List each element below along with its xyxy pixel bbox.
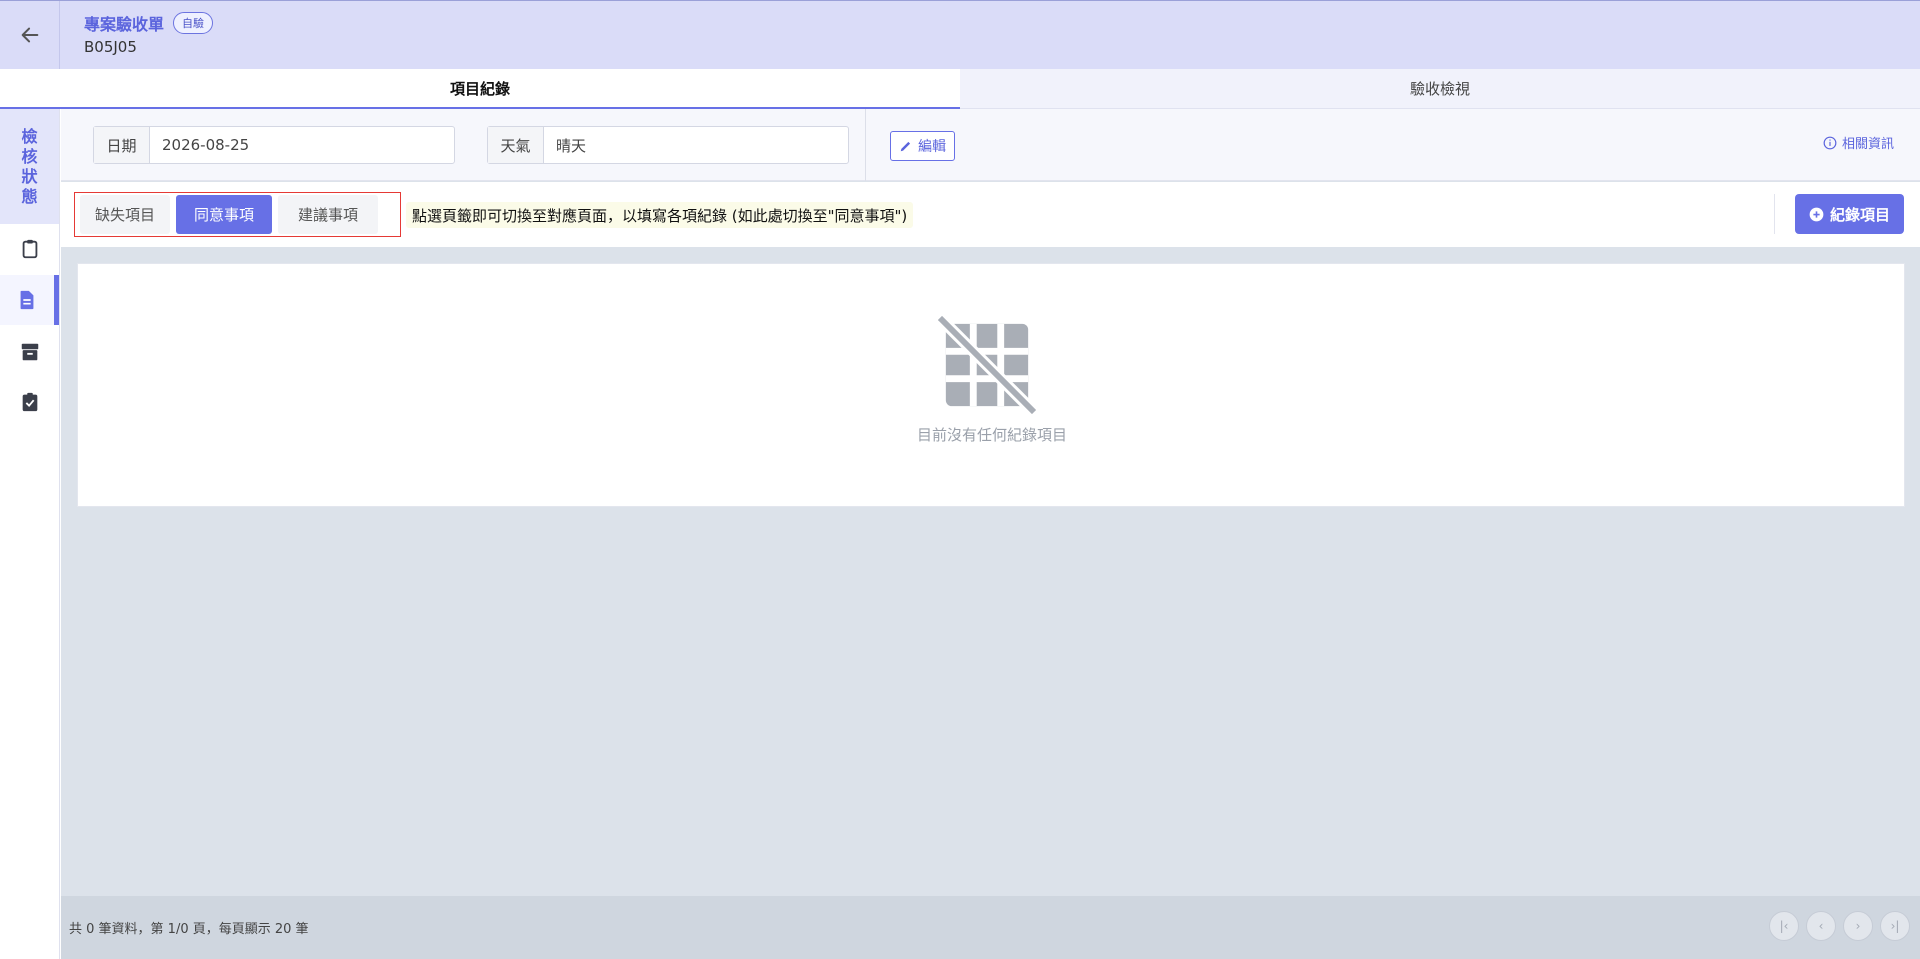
plus-circle-icon [1809,207,1824,221]
main-content: 日期 2026-08-25 天氣 晴天 編輯 相關資訊 缺失項目 同意事項 建議… [61,109,1920,959]
add-record-button[interactable]: 紀錄項目 [1794,194,1904,234]
related-info-link[interactable]: 相關資訊 [1823,133,1894,152]
status-char: 狀 [21,166,38,186]
weather-field[interactable]: 天氣 晴天 [487,126,849,164]
last-page-button[interactable]: ›| [1880,911,1910,941]
pager: |‹ ‹ › ›| [1769,911,1910,941]
weather-value: 晴天 [556,136,587,155]
document-code: B05J05 [84,38,137,56]
sub-toolbar: 缺失項目 同意事項 建議事項 點選頁籤即可切換至對應頁面，以填寫各項紀錄 (如此… [61,182,1920,247]
date-field[interactable]: 日期 2026-08-25 [93,126,455,164]
info-icon [1823,136,1837,149]
weather-label: 天氣 [488,127,544,163]
sidebar-item-clipboard[interactable] [0,224,59,274]
back-button[interactable] [0,1,60,69]
tutorial-hint: 點選頁籤即可切換至對應頁面，以填寫各項紀錄 (如此處切換至"同意事項") [406,202,914,228]
clipboard-check-icon [22,392,37,412]
record-type-tabs: 缺失項目 同意事項 建議事項 [74,192,401,237]
sidebar-item-archive[interactable] [0,327,59,377]
divider [1774,194,1775,234]
subtab-defects[interactable]: 缺失項目 [80,195,170,234]
date-label: 日期 [94,127,150,163]
subtab-suggestions[interactable]: 建議事項 [278,195,378,234]
inspection-status-label: 檢 核 狀 態 [0,109,59,224]
sidebar-item-document[interactable] [0,275,59,325]
next-page-button[interactable]: › [1843,911,1873,941]
sidebar-item-checklist[interactable] [0,377,59,427]
next-page-icon: › [1855,919,1861,933]
divider [865,109,866,181]
status-badge: 自驗 [173,12,214,34]
prev-page-icon: ‹ [1818,919,1824,933]
pencil-icon [900,141,911,152]
archive-icon [21,343,38,361]
tab-acceptance-review[interactable]: 驗收檢視 [960,69,1920,109]
empty-state-card: 目前沒有任何紀錄項目 [77,263,1905,507]
status-char: 態 [21,186,38,206]
pagination-summary: 共 0 筆資料，第 1/0 頁，每頁顯示 20 筆 [69,922,309,937]
document-icon [20,290,34,310]
first-page-button[interactable]: |‹ [1769,911,1799,941]
first-page-icon: |‹ [1779,919,1789,933]
title-row: 專案驗收單 自驗 [84,11,214,35]
page-title: 專案驗收單 [84,15,165,34]
clipboard-icon [22,239,37,259]
pagination-footer: 共 0 筆資料，第 1/0 頁，每頁顯示 20 筆 |‹ ‹ › ›| [61,896,1920,959]
empty-state-text: 目前沒有任何紀錄項目 [916,426,1067,444]
last-page-icon: ›| [1890,919,1900,933]
status-char: 檢 [21,126,38,146]
sidebar: 檢 核 狀 態 [0,109,60,959]
subtab-agreements[interactable]: 同意事項 [176,195,272,234]
no-table-icon [938,316,1036,414]
app-header: 專案驗收單 自驗 B05J05 [0,0,1920,69]
related-info-label: 相關資訊 [1841,137,1894,152]
prev-page-button[interactable]: ‹ [1806,911,1836,941]
date-value: 2026-08-25 [162,136,250,154]
edit-label: 編輯 [918,139,946,155]
status-char: 核 [21,146,38,166]
arrow-left-icon [21,27,38,43]
add-record-label: 紀錄項目 [1829,205,1890,224]
edit-button[interactable]: 編輯 [890,131,955,161]
main-tabs: 項目紀錄 驗收檢視 [0,69,1920,109]
tab-item-records[interactable]: 項目紀錄 [0,69,960,109]
info-bar: 日期 2026-08-25 天氣 晴天 編輯 相關資訊 [61,109,1920,181]
